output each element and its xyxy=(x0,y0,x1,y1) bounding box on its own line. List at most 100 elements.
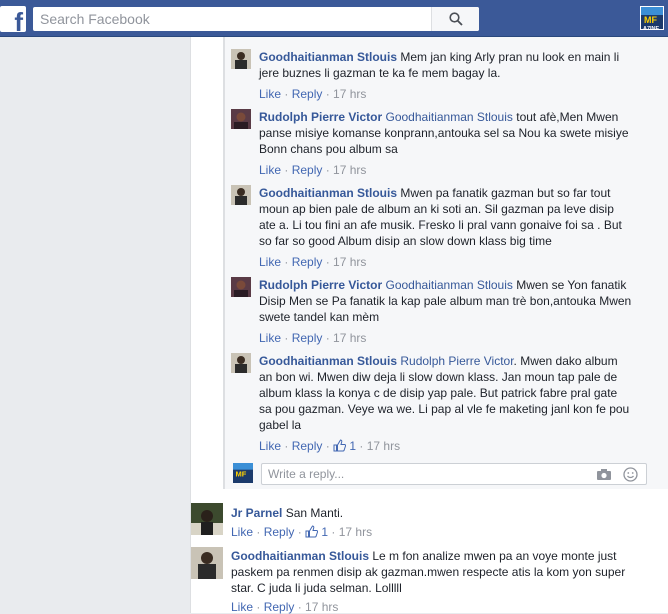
reply-item: Goodhaitianman Stlouis Mem jan king Arly… xyxy=(231,49,661,109)
avatar-image xyxy=(191,547,223,579)
reply-link[interactable]: Reply xyxy=(292,439,323,453)
search-box xyxy=(33,7,479,31)
timestamp[interactable]: 17 hrs xyxy=(333,163,366,177)
mention-link[interactable]: Goodhaitianman Stlouis xyxy=(385,278,512,292)
reply-link[interactable]: Reply xyxy=(292,163,323,177)
reply-body: Rudolph Pierre Victor Goodhaitianman Stl… xyxy=(259,277,668,325)
comment-actions: Like · Reply · 17 hrs xyxy=(231,600,339,614)
author-link[interactable]: Rudolph Pierre Victor xyxy=(259,278,382,292)
avatar[interactable] xyxy=(231,277,251,297)
avatar-image xyxy=(231,277,251,297)
reply-item: Goodhaitianman Stlouis Rudolph Pierre Vi… xyxy=(231,353,661,459)
like-link[interactable]: Like xyxy=(259,255,281,269)
author-link[interactable]: Goodhaitianman Stlouis xyxy=(259,50,397,64)
emoji-icon[interactable] xyxy=(623,467,638,482)
avatar[interactable] xyxy=(231,49,251,69)
reply-item: Rudolph Pierre Victor Goodhaitianman Stl… xyxy=(231,109,661,185)
profile-image: MFA7INE xyxy=(641,7,663,30)
comment-item: Jr Parnel San Manti. Like · Reply · 1 · … xyxy=(191,503,661,543)
reply-text-line: Mwen se Yon fanatik xyxy=(516,278,627,292)
avatar-image xyxy=(231,109,251,129)
comment-text-line: San Manti. xyxy=(285,506,344,520)
reply-link[interactable]: Reply xyxy=(292,331,323,345)
reply-text-line: Bonn chans pou album sa xyxy=(259,142,398,156)
reply-link[interactable]: Reply xyxy=(264,600,295,614)
like-link[interactable]: Like xyxy=(259,163,281,177)
like-link[interactable]: Like xyxy=(259,87,281,101)
avatar[interactable] xyxy=(231,353,251,373)
search-button[interactable] xyxy=(431,7,479,31)
timestamp[interactable]: 17 hrs xyxy=(333,87,366,101)
comment-text-line: star. C juda li juda selman. Lolllll xyxy=(231,581,402,595)
reply-actions: Like · Reply · 17 hrs xyxy=(259,87,367,101)
current-user-avatar: MF xyxy=(233,463,253,483)
like-link[interactable]: Like xyxy=(259,439,281,453)
reply-text-line: jere buznes li gazman te ka fe mem bagay… xyxy=(259,66,501,80)
reply-text-line: so far so good Album disip an slow down … xyxy=(259,234,552,248)
author-link[interactable]: Goodhaitianman Stlouis xyxy=(259,354,397,368)
reply-link[interactable]: Reply xyxy=(264,525,295,539)
avatar-image xyxy=(231,353,251,373)
reply-text-line: Mwen pa fanatik gazman but so far tout xyxy=(400,186,611,200)
reply-text-line: Mem jan king Arly pran nu look en main l… xyxy=(400,50,620,64)
timestamp[interactable]: 17 hrs xyxy=(305,600,338,614)
author-link[interactable]: Goodhaitianman Stlouis xyxy=(259,186,397,200)
like-link[interactable]: Like xyxy=(231,525,253,539)
avatar[interactable] xyxy=(191,503,223,535)
like-link[interactable]: Like xyxy=(231,600,253,614)
facebook-logo-icon[interactable]: f xyxy=(0,6,26,35)
reply-text-line: gabel la xyxy=(259,418,302,432)
author-link[interactable]: Goodhaitianman Stlouis xyxy=(231,549,369,563)
svg-text:A7INE: A7INE xyxy=(643,26,660,30)
reply-body: Goodhaitianman Stlouis Mem jan king Arly… xyxy=(259,49,659,81)
avatar[interactable] xyxy=(231,109,251,129)
like-link[interactable]: Like xyxy=(259,331,281,345)
timestamp[interactable]: 17 hrs xyxy=(339,525,372,539)
timestamp[interactable]: 17 hrs xyxy=(333,255,366,269)
timestamp[interactable]: 17 hrs xyxy=(367,439,400,453)
comment-thread: Goodhaitianman Stlouis Mem jan king Arly… xyxy=(190,37,668,614)
reply-composer xyxy=(261,463,647,485)
reply-input[interactable] xyxy=(262,464,582,484)
camera-icon[interactable] xyxy=(596,468,612,481)
svg-text:MF: MF xyxy=(644,15,657,25)
profile-image: MF xyxy=(233,463,253,483)
search-input[interactable] xyxy=(33,7,433,31)
reply-link[interactable]: Reply xyxy=(292,87,323,101)
reply-text-line: tout afè,Men Mwen xyxy=(516,110,619,124)
avatar-image xyxy=(231,185,251,205)
comment-body: Jr Parnel San Manti. xyxy=(231,505,661,521)
avatar-image xyxy=(191,503,223,535)
comment-text-line: paskem pa renmen disip ak gazman.mwen re… xyxy=(231,565,626,579)
like-count-icon[interactable] xyxy=(333,439,347,452)
avatar[interactable] xyxy=(231,185,251,205)
reply-text-line: an bon wi. Mwen diw deja li slow down kl… xyxy=(259,370,618,384)
like-count-icon[interactable] xyxy=(305,525,319,538)
reply-text-line: . Mwen dako album xyxy=(513,354,618,368)
reply-actions: Like · Reply · 17 hrs xyxy=(259,163,367,177)
mention-link[interactable]: Rudolph Pierre Victor xyxy=(400,354,513,368)
reply-text-line: sa pou gazman. Veye wa we. Li pap al vle… xyxy=(259,402,630,416)
avatar[interactable] xyxy=(191,547,223,579)
reply-item: Goodhaitianman Stlouis Mwen pa fanatik g… xyxy=(231,185,661,277)
reply-text-line: moun ap bien pale de album an ki soti an… xyxy=(259,202,614,216)
author-link[interactable]: Jr Parnel xyxy=(231,506,282,520)
mention-link[interactable]: Goodhaitianman Stlouis xyxy=(385,110,512,124)
reply-text-line: swete tandel kan mèm xyxy=(259,310,380,324)
top-navigation-bar: f MFA7INE xyxy=(0,0,668,37)
reply-body: Goodhaitianman Stlouis Rudolph Pierre Vi… xyxy=(259,353,668,433)
reply-text-line: album klass la konya c de disip yap pale… xyxy=(259,386,618,400)
reply-text-line: ate a. Li tou fini an afe musik. Fresko … xyxy=(259,218,622,232)
reply-body: Rudolph Pierre Victor Goodhaitianman Stl… xyxy=(259,109,668,157)
reply-actions: Like · Reply · 17 hrs xyxy=(259,331,367,345)
author-link[interactable]: Rudolph Pierre Victor xyxy=(259,110,382,124)
profile-thumbnail[interactable]: MF A7INE xyxy=(640,6,664,30)
timestamp[interactable]: 17 hrs xyxy=(333,331,366,345)
avatar-image xyxy=(231,49,251,69)
reply-link[interactable]: Reply xyxy=(292,255,323,269)
reply-actions: Like · Reply · 1 · 17 hrs xyxy=(259,439,401,453)
reply-section: Goodhaitianman Stlouis Mem jan king Arly… xyxy=(223,37,668,489)
comment-actions: Like · Reply · 1 · 17 hrs xyxy=(231,525,373,539)
reply-text-line: Disip Men se Pa fanatik la kap pale albu… xyxy=(259,294,632,308)
comment-text-line: Le m fon analize mwen pa an voye monte j… xyxy=(372,549,617,563)
